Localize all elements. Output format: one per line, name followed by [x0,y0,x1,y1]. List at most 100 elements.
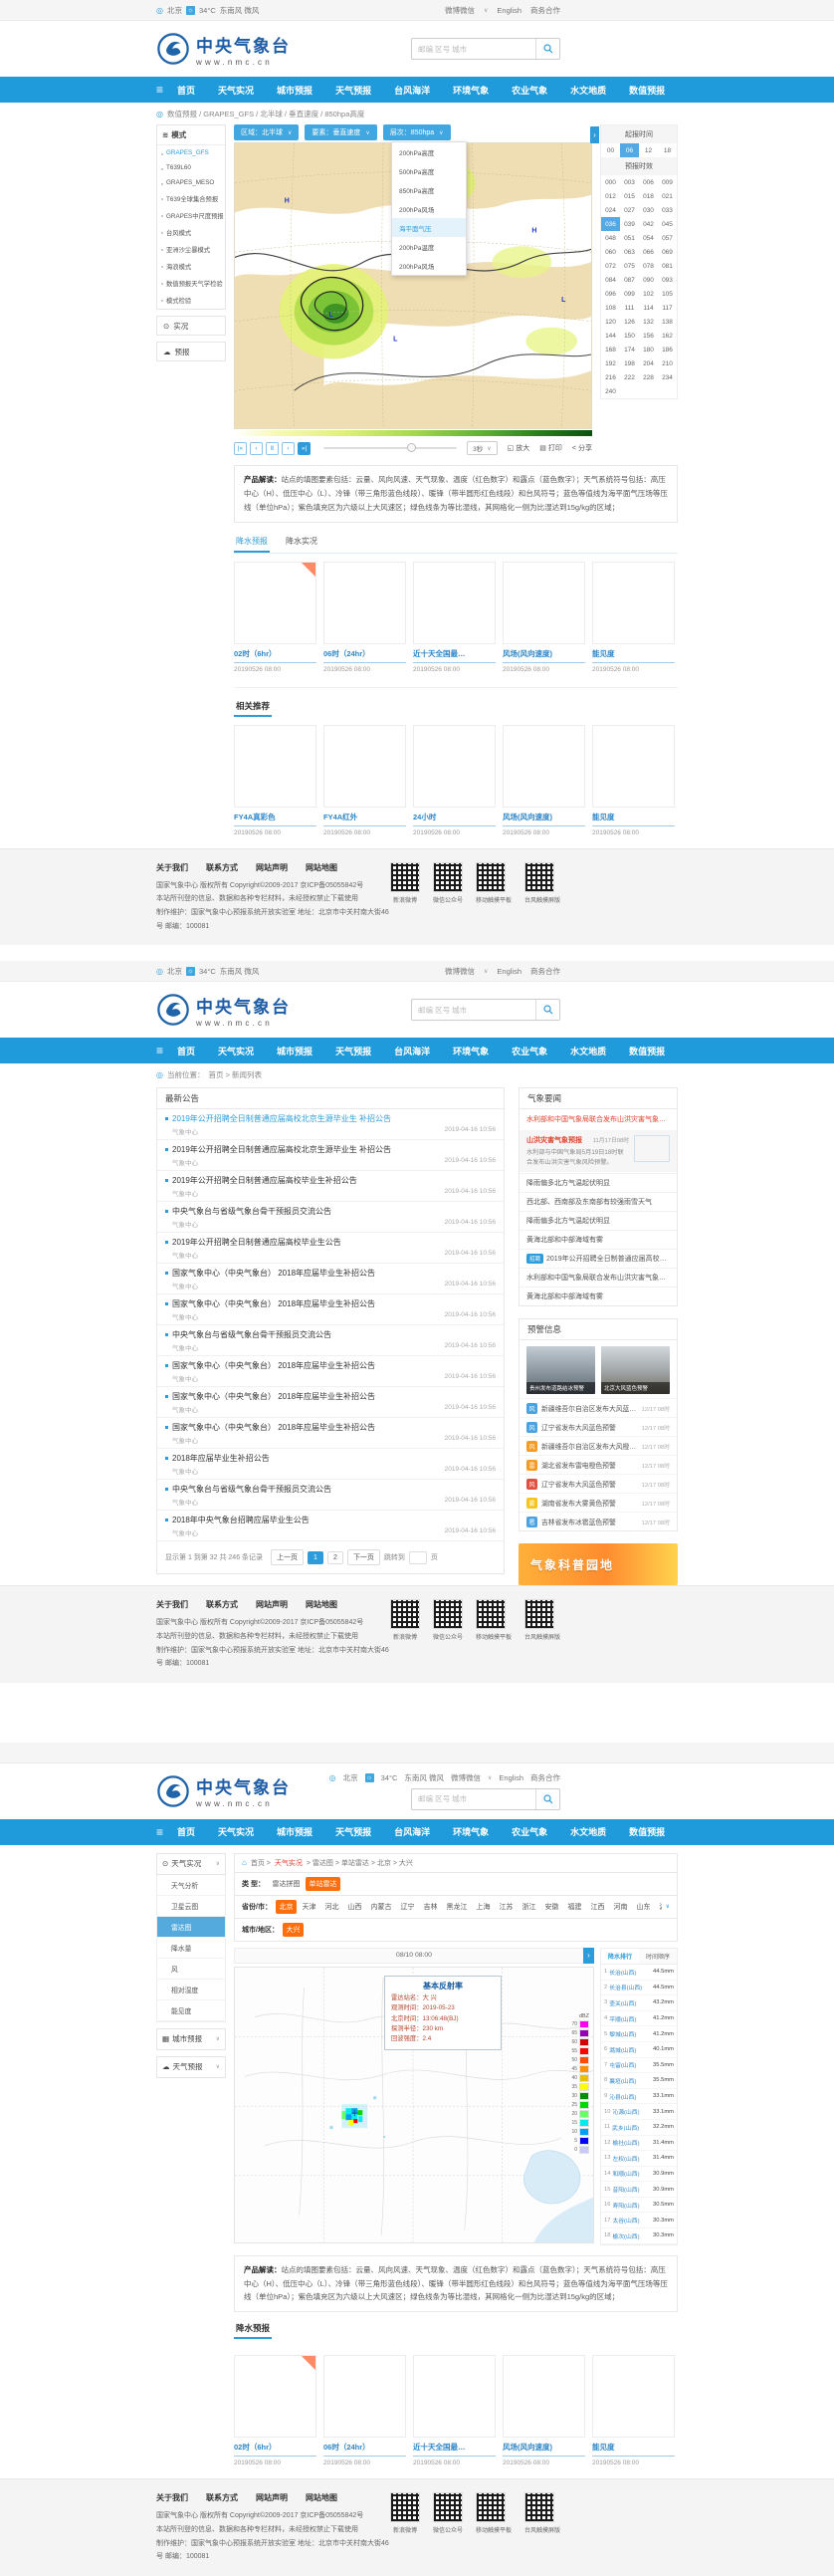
warning-text[interactable]: 辽宁省发布大风蓝色预警 [541,1479,638,1489]
valid-time-cell[interactable]: 216 [601,370,620,384]
sidebar-item-model[interactable]: 台风模式 [157,224,225,241]
link-weibo-wechat[interactable]: 微博微信 [445,5,475,16]
station-row[interactable]: 15 昔阳(山西) 30.9mm [601,2182,677,2198]
station-name-link[interactable]: 沁源(山西) [612,2107,651,2116]
valid-time-cell[interactable]: 150 [620,329,639,343]
thumbnail-image[interactable] [503,2355,585,2438]
valid-time-cell[interactable]: 039 [620,217,639,231]
topbar-city[interactable]: 北京 [167,5,182,16]
news-sidebar-text[interactable]: 黄海北部和中部海域有雾 [526,1235,603,1245]
news-list-item[interactable]: 中央气象台与省级气象台骨干预报员交流公告 气象中心 2019-04-16 10:… [157,1325,504,1356]
search-button[interactable] [535,1789,559,1809]
station-row[interactable]: 5 黎城(山西) 41.2mm [601,2026,677,2042]
thumbnail-title[interactable]: 风场(风向速度) [503,2442,585,2453]
station-name-link[interactable]: 昔阳(山西) [612,2185,651,2194]
sidebar-item-model[interactable]: GRAPES_GFS [157,145,225,160]
nav-item[interactable]: 环境气象 [453,1045,489,1057]
next-frame-button[interactable]: › [282,442,295,455]
valid-time-cell[interactable]: 099 [620,287,639,301]
warning-text[interactable]: 新疆维吾尔自治区发布大风橙色预警 [541,1441,638,1451]
sidebar-collapsed-section[interactable]: ▦ 城市预报 ∨ [156,2028,226,2050]
news-sidebar-text[interactable]: 降雨偏多北方气温起伏明显 [526,1216,610,1226]
warning-text[interactable]: 湖北省发布雷电橙色预警 [541,1460,638,1470]
nav-item[interactable]: 水文地质 [570,1045,606,1057]
hamburger-icon[interactable]: ≡ [156,1044,163,1057]
featured-news[interactable]: 山洪灾害气象预报 11月17日08时 水利部与中国气象局5月19日18时联合发布… [520,1130,677,1172]
thumbnail-title[interactable]: 02时（6hr） [234,648,316,659]
news-sidebar-text[interactable]: 降雨偏多北方气温起伏明显 [526,1178,610,1188]
news-sidebar-item[interactable]: 黄海北部和中部海域有雾 [520,1230,677,1249]
footer-link[interactable]: 网站地图 [306,1599,337,1610]
valid-time-cell[interactable]: 126 [620,315,639,329]
nav-item[interactable]: 台风海洋 [394,1045,430,1057]
warning-text[interactable]: 湖南省发布大雾黄色预警 [541,1498,638,1508]
valid-time-cell[interactable]: 144 [601,329,620,343]
page-number-button[interactable]: 1 [308,1551,323,1564]
valid-time-cell[interactable]: 081 [658,259,677,273]
sidebar-section-link[interactable]: ☁ 预报 [156,342,226,361]
station-name-link[interactable]: 武乡(山西) [612,2123,651,2132]
sidebar-item[interactable]: 相对湿度 [157,1980,225,2000]
station-row[interactable]: 1 长治(山西) 44.5mm [601,1965,677,1981]
warning-text[interactable]: 新疆维吾尔自治区发布大风蓝色预警 [541,1403,638,1413]
valid-time-cell[interactable]: 228 [639,370,658,384]
product-thumbnail[interactable]: 06时（24hr） 20190526 08:00 [323,2355,406,2466]
nav-item[interactable]: 天气实况 [218,1825,254,1838]
nav-item[interactable]: 城市预报 [277,1825,313,1838]
station-name-link[interactable]: 寿阳(山西) [612,2201,651,2210]
news-list-item[interactable]: 2018年应届毕业生补招公告 气象中心 2019-04-16 10:56 [157,1449,504,1480]
nav-item[interactable]: 台风海洋 [394,84,430,97]
province-option[interactable]: 湖北 [656,1900,662,1914]
warning-list-item[interactable]: 雾 湖南省发布大雾黄色预警 12/17 08时 [520,1493,677,1512]
news-sidebar-text[interactable]: 2019年公开招聘全日制普通应届高校北京生源… [546,1254,670,1264]
sidebar-item[interactable]: 雷达图 [157,1917,225,1938]
valid-time-cell[interactable]: 102 [639,287,658,301]
sidebar-item[interactable]: 能见度 [157,2000,225,2021]
valid-time-cell[interactable]: 024 [601,203,620,217]
station-row[interactable]: 14 和顺(山西) 30.9mm [601,2167,677,2183]
valid-time-cell[interactable]: 180 [639,343,658,356]
valid-time-cell[interactable]: 096 [601,287,620,301]
prev-frame-button[interactable]: ‹ [250,442,263,455]
breadcrumb-pre[interactable]: 首页 > [251,1858,271,1868]
breadcrumb-live[interactable]: 天气实况 [275,1858,303,1868]
link-business[interactable]: 商务合作 [530,5,560,16]
news-title[interactable]: 2018年应届毕业生补招公告 [165,1453,496,1464]
warning-text[interactable]: 吉林省发布冰雹蓝色预警 [541,1517,638,1526]
init-time-cell[interactable]: 12 [639,143,658,157]
valid-time-cell[interactable]: 054 [639,231,658,245]
type-option[interactable]: 雷达拼图 [269,1877,304,1891]
warning-text[interactable]: 辽宁省发布大风蓝色预警 [541,1422,638,1432]
thumbnail-image[interactable] [323,562,406,644]
province-option[interactable]: 山东 [633,1900,654,1914]
link-english[interactable]: English [497,967,521,976]
valid-time-cell[interactable]: 069 [658,245,677,259]
nav-item[interactable]: 水文地质 [570,1825,606,1838]
pause-button[interactable]: Ⅱ [266,442,279,455]
nav-item[interactable]: 数值预报 [629,1825,665,1838]
time-slider-bar[interactable]: 08/10 08:00 › [234,1948,594,1964]
search-input[interactable] [412,1000,535,1020]
news-list-item[interactable]: 国家气象中心（中央气象台） 2018年应届毕业生补招公告 气象中心 2019-0… [157,1418,504,1449]
valid-time-cell[interactable]: 114 [639,301,658,315]
station-name-link[interactable]: 太谷(山西) [612,2216,651,2225]
link-weibo-wechat[interactable]: 微博微信 [445,966,475,977]
station-row[interactable]: 16 寿阳(山西) 30.5mm [601,2198,677,2214]
filter-dropdown[interactable]: 层次：850hpa ∨ [383,124,451,140]
print-tool[interactable]: ▤打印 [539,443,562,453]
warning-list-item[interactable]: 风 辽宁省发布大风蓝色预警 12/17 08时 [520,1417,677,1436]
thumbnail-title[interactable]: 近十天全国最… [413,2442,496,2453]
site-logo[interactable]: 中央气象台 www.nmc.cn [156,32,291,67]
valid-time-cell[interactable]: 084 [601,273,620,287]
warning-photo[interactable]: 贵州发布道路结冰预警 [526,1346,595,1394]
filter-dropdown[interactable]: 区域：北半球 ∨ [234,124,299,140]
province-option[interactable]: 辽宁 [397,1900,418,1914]
thumbnail-title[interactable]: 能见度 [592,2442,675,2453]
sidebar-section-link[interactable]: ⊙ 实况 [156,316,226,336]
search-button[interactable] [535,1000,559,1020]
nav-item[interactable]: 农业气象 [512,84,547,97]
station-row[interactable]: 9 沁县(山西) 33.1mm [601,2089,677,2105]
nav-item[interactable]: 天气预报 [335,84,371,97]
search-input[interactable] [412,39,535,59]
thumbnail-image[interactable] [323,725,406,808]
